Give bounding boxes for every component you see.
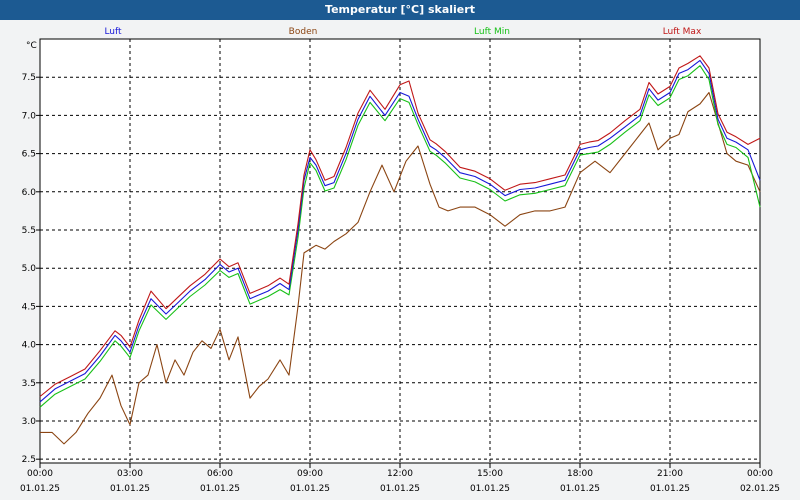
x-tick-date: 01.01.25 (380, 484, 420, 494)
x-tick-date: 01.01.25 (290, 484, 330, 494)
y-tick-label: 5.0 (22, 264, 37, 274)
x-tick-date: 01.01.25 (470, 484, 510, 494)
x-tick-time: 21:00 (657, 469, 683, 479)
y-axis-label: °C (26, 41, 37, 51)
y-tick-label: 6.5 (22, 150, 36, 160)
temperature-chart: 2.5 3.0 3.5 4.0 4.5 5.0 5.5 6.0 6.5 7.0 7.5 00:00 01… (20, 27, 780, 494)
y-tick-label: 4.5 (22, 302, 36, 312)
x-tick-time: 18:00 (567, 469, 593, 479)
x-tick-time: 06:00 (207, 469, 233, 479)
x-tick-time: 15:00 (477, 469, 503, 479)
x-tick-time: 00:00 (747, 469, 773, 479)
y-tick-label: 5.5 (22, 226, 36, 236)
x-tick-time: 03:00 (117, 469, 143, 479)
legend-luft: Luft (104, 27, 122, 37)
legend-boden: Boden (289, 27, 318, 37)
x-tick-time: 00:00 (27, 469, 53, 479)
x-tick-date: 02.01.25 (740, 484, 780, 494)
x-tick-date: 01.01.25 (110, 484, 150, 494)
x-tick-date: 01.01.25 (20, 484, 60, 494)
x-tick-date: 01.01.25 (560, 484, 600, 494)
y-tick-label: 4.0 (22, 341, 37, 351)
y-tick-label: 7.0 (22, 111, 37, 121)
x-tick-date: 01.01.25 (200, 484, 240, 494)
y-tick-label: 3.0 (22, 417, 37, 427)
y-tick-label: 2.5 (22, 455, 36, 465)
legend-luft-max: Luft Max (663, 27, 702, 37)
legend-luft-min: Luft Min (474, 27, 510, 37)
grid (40, 39, 760, 463)
y-tick-label: 3.5 (22, 379, 36, 389)
y-tick-label: 6.0 (22, 188, 37, 198)
window-title: Temperatur [°C] skaliert (0, 0, 800, 20)
x-tick-time: 12:00 (387, 469, 413, 479)
chart-window: Temperatur [°C] skaliert 2.5 3.0 3.5 4.0 4.5… (0, 0, 800, 500)
y-tick-label: 7.5 (22, 73, 36, 83)
x-tick-date: 01.01.25 (650, 484, 690, 494)
x-tick-time: 09:00 (297, 469, 323, 479)
